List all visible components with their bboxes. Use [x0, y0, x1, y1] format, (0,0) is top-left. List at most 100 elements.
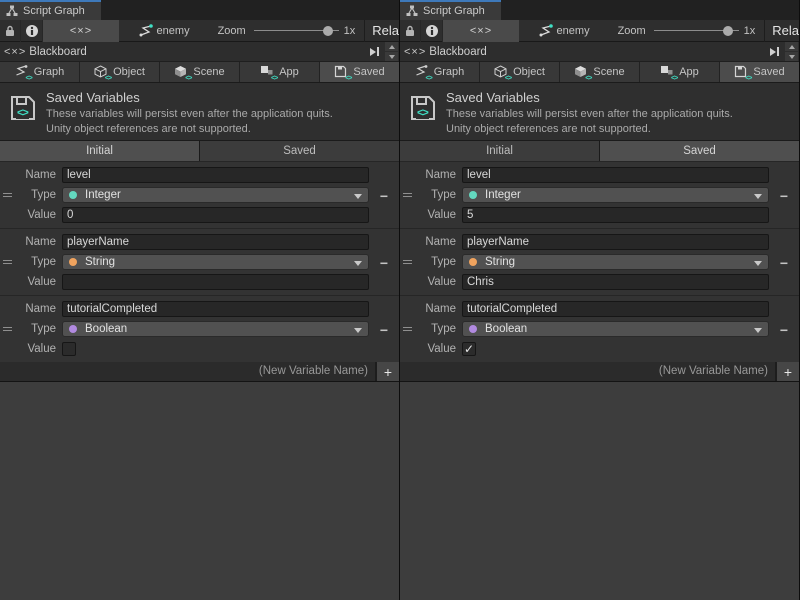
type-color-dot: [469, 325, 477, 333]
drag-handle-icon[interactable]: [3, 260, 12, 264]
variables-list: Name level Type Integer Value 5 −: [400, 162, 799, 363]
scroll-up-button[interactable]: [385, 42, 398, 51]
new-variable-name-input[interactable]: (New Variable Name): [400, 362, 775, 381]
info-description-line1: These variables will persist even after …: [46, 108, 333, 120]
graph-toolbar: <×> enemy Zoom 1x Rela: [400, 20, 799, 42]
value-label: Value: [400, 209, 462, 221]
variable-row: Name level Type Integer Value 5 −: [400, 162, 799, 228]
lock-icon: [403, 24, 417, 38]
relations-label-clipped[interactable]: Rela: [772, 23, 799, 38]
value-input[interactable]: [62, 274, 369, 290]
name-input[interactable]: playerName: [62, 234, 369, 250]
add-variable-button[interactable]: +: [775, 362, 799, 381]
tab-saved-variables[interactable]: <> Saved: [720, 62, 799, 82]
lock-button[interactable]: [400, 20, 421, 42]
graph-empty-area[interactable]: [0, 381, 399, 600]
graph-reference[interactable]: enemy: [539, 24, 590, 37]
tab-saved[interactable]: Saved: [200, 141, 399, 161]
dock-icon[interactable]: [370, 47, 379, 56]
zoom-slider-knob[interactable]: [723, 26, 733, 36]
value-label: Value: [0, 276, 62, 288]
inspect-button[interactable]: [421, 20, 444, 42]
blackboard-header: <×> Blackboard: [0, 42, 399, 62]
drag-handle-icon[interactable]: [403, 193, 412, 197]
saved-floppy-icon: <>: [734, 65, 749, 79]
type-dropdown[interactable]: Boolean: [462, 321, 769, 337]
zoom-slider[interactable]: [254, 20, 339, 42]
value-input[interactable]: 5: [462, 207, 769, 223]
drag-handle-icon[interactable]: [403, 260, 412, 264]
value-input[interactable]: Chris: [462, 274, 769, 290]
tab-object-variables[interactable]: <> Object: [480, 62, 559, 82]
type-color-dot: [469, 258, 477, 266]
blackboard-toggle-button[interactable]: <×>: [43, 20, 118, 42]
type-dropdown[interactable]: Integer: [62, 187, 369, 203]
remove-variable-button[interactable]: −: [375, 188, 393, 204]
name-label: Name: [400, 169, 462, 181]
chevron-down-icon: [354, 261, 362, 266]
blackboard-toggle-button[interactable]: <×>: [443, 20, 518, 42]
remove-variable-button[interactable]: −: [775, 188, 793, 204]
name-input[interactable]: playerName: [462, 234, 769, 250]
inspect-button[interactable]: [21, 20, 44, 42]
tab-object-variables[interactable]: <> Object: [80, 62, 159, 82]
editor-panel: Script Graph: [400, 0, 799, 600]
remove-variable-button[interactable]: −: [775, 322, 793, 338]
tab-graph-variables[interactable]: <> Graph: [0, 62, 79, 82]
value-checkbox[interactable]: [62, 342, 76, 356]
graph-toolbar: <×> enemy Zoom 1x Rela: [0, 20, 399, 42]
type-color-dot: [69, 325, 77, 333]
tab-graph-variables[interactable]: <> Graph: [400, 62, 479, 82]
value-input[interactable]: 0: [62, 207, 369, 223]
scroll-down-button[interactable]: [385, 52, 398, 61]
info-description-line2: Unity object references are not supporte…: [446, 123, 651, 135]
window-tab-bar: Script Graph: [400, 0, 799, 20]
remove-variable-button[interactable]: −: [375, 255, 393, 271]
remove-variable-button[interactable]: −: [775, 255, 793, 271]
tab-saved-variables[interactable]: <> Saved: [320, 62, 399, 82]
value-checkbox[interactable]: [462, 342, 476, 356]
blackboard-code-icon: <×>: [4, 46, 26, 58]
info-title: Saved Variables: [446, 90, 540, 105]
scroll-down-button[interactable]: [785, 52, 798, 61]
toolbar-divider: [364, 20, 365, 42]
type-dropdown[interactable]: Boolean: [62, 321, 369, 337]
tab-saved[interactable]: Saved: [600, 141, 799, 161]
type-dropdown[interactable]: String: [462, 254, 769, 270]
dock-icon[interactable]: [770, 47, 779, 56]
relations-label-clipped[interactable]: Rela: [372, 23, 399, 38]
add-variable-button[interactable]: +: [375, 362, 399, 381]
zoom-slider-knob[interactable]: [323, 26, 333, 36]
tab-initial[interactable]: Initial: [400, 141, 599, 161]
drag-handle-icon[interactable]: [403, 327, 412, 331]
tab-script-graph[interactable]: Script Graph: [0, 0, 101, 20]
tab-scene-variables[interactable]: <> Scene: [560, 62, 639, 82]
graph-name-label: enemy: [157, 25, 190, 37]
remove-variable-button[interactable]: −: [375, 322, 393, 338]
lock-button[interactable]: [0, 20, 21, 42]
tab-app-variables[interactable]: <> App: [240, 62, 319, 82]
tab-initial[interactable]: Initial: [0, 141, 199, 161]
name-input[interactable]: level: [462, 167, 769, 183]
type-dropdown[interactable]: String: [62, 254, 369, 270]
graph-empty-area[interactable]: [400, 381, 799, 600]
drag-handle-icon[interactable]: [3, 327, 12, 331]
window-tab-bar: Script Graph: [0, 0, 399, 20]
drag-handle-icon[interactable]: [3, 193, 12, 197]
new-variable-name-input[interactable]: (New Variable Name): [0, 362, 375, 381]
name-input[interactable]: tutorialCompleted: [62, 301, 369, 317]
graph-reference[interactable]: enemy: [139, 24, 190, 37]
tab-script-graph[interactable]: Script Graph: [400, 0, 501, 20]
chevron-down-icon: [354, 194, 362, 199]
graph-zigzag-icon: [539, 24, 553, 37]
value-label: Value: [0, 343, 62, 355]
name-input[interactable]: tutorialCompleted: [462, 301, 769, 317]
zoom-slider[interactable]: [654, 20, 739, 42]
type-dropdown[interactable]: Integer: [462, 187, 769, 203]
value-label: Value: [0, 209, 62, 221]
tab-app-variables[interactable]: <> App: [640, 62, 719, 82]
saved-variables-info: <> Saved Variables These variables will …: [400, 83, 799, 141]
name-input[interactable]: level: [62, 167, 369, 183]
scroll-up-button[interactable]: [785, 42, 798, 51]
tab-scene-variables[interactable]: <> Scene: [160, 62, 239, 82]
